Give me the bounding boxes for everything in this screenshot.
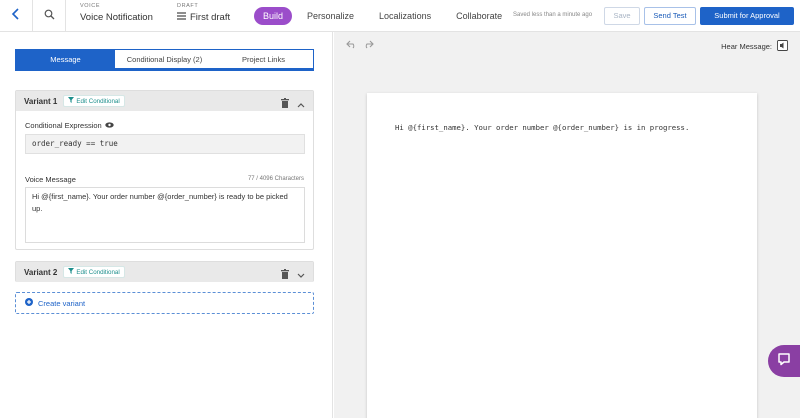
nav-tabs: Build Personalize Localizations Collabor… (254, 7, 511, 25)
preview-text: Hi @{first_name}. Your order number @{or… (395, 123, 690, 132)
variant-title: Variant 1 (24, 96, 58, 106)
tab-message[interactable]: Message (16, 50, 115, 68)
trash-icon[interactable] (281, 95, 289, 113)
voice-message-textarea[interactable]: Hi @{first_name}. Your order number @{or… (25, 187, 305, 243)
search-icon (44, 7, 55, 25)
tab-localizations[interactable]: Localizations (363, 7, 440, 25)
chevron-down-icon[interactable] (297, 266, 305, 284)
plus-circle-icon (25, 298, 33, 308)
character-count: 77 / 4096 Characters (247, 176, 304, 182)
chat-support-button[interactable] (768, 345, 800, 377)
variant-header[interactable]: Variant 2 Edit Conditional (16, 262, 313, 282)
trash-icon[interactable] (281, 266, 289, 284)
saved-status: Saved less than a minute ago (513, 12, 593, 18)
redo-icon[interactable] (363, 36, 374, 54)
type-label: VOICE (80, 3, 101, 9)
menu-icon (177, 12, 186, 23)
conditional-expression-label: Conditional Expression (25, 121, 114, 130)
eye-icon[interactable] (105, 121, 114, 130)
undo-icon[interactable] (346, 36, 357, 54)
edit-conditional-button[interactable]: Edit Conditional (63, 266, 125, 278)
filter-icon (68, 268, 75, 276)
message-preview-document: Hi @{first_name}. Your order number @{or… (367, 93, 757, 418)
variant-card: Variant 2 Edit Conditional (15, 261, 314, 282)
variant-title: Variant 2 (24, 267, 58, 277)
variant-card: Variant 1 Edit Conditional Conditional E… (15, 90, 314, 250)
tab-project-links[interactable]: Project Links (214, 50, 313, 68)
type-value: Voice Notification (80, 12, 153, 23)
draft-selector[interactable]: DRAFT First draft (177, 3, 230, 23)
conditional-expression-field[interactable]: order_ready == true (25, 134, 305, 154)
create-variant-button[interactable]: Create variant (15, 292, 314, 314)
chat-icon (777, 352, 791, 371)
edit-conditional-button[interactable]: Edit Conditional (63, 95, 125, 107)
send-test-button[interactable]: Send Test (644, 7, 696, 25)
notification-type: VOICE Voice Notification (80, 3, 153, 23)
tab-personalize[interactable]: Personalize (298, 7, 363, 25)
filter-icon (68, 97, 75, 105)
hear-message-label: Hear Message: (721, 42, 772, 51)
tab-collaborate[interactable]: Collaborate (440, 7, 511, 25)
preview-panel: Hear Message: Hi @{first_name}. Your ord… (334, 32, 800, 418)
tab-build[interactable]: Build (254, 7, 293, 25)
speaker-icon[interactable] (777, 40, 788, 53)
tab-conditional-display[interactable]: Conditional Display (2) (115, 50, 214, 68)
variant-header[interactable]: Variant 1 Edit Conditional (16, 91, 313, 111)
draft-value: First draft (190, 12, 231, 23)
create-variant-label: Create variant (38, 298, 86, 308)
draft-label: DRAFT (177, 3, 199, 9)
hear-message: Hear Message: (721, 40, 788, 53)
editor-tabs: Message Conditional Display (2) Project … (15, 49, 314, 71)
submit-for-approval-button[interactable]: Submit for Approval (700, 7, 794, 25)
save-button[interactable]: Save (604, 7, 640, 25)
chevron-up-icon[interactable] (297, 95, 305, 113)
top-bar: VOICE Voice Notification DRAFT First dra… (0, 0, 800, 32)
back-arrow-icon (11, 7, 21, 25)
search-button[interactable] (33, 0, 66, 32)
voice-message-label: Voice Message (25, 175, 76, 184)
edit-conditional-label: Edit Conditional (76, 97, 120, 105)
editor-panel: Message Conditional Display (2) Project … (0, 32, 333, 418)
edit-conditional-label: Edit Conditional (76, 268, 120, 276)
back-button[interactable] (0, 0, 33, 32)
